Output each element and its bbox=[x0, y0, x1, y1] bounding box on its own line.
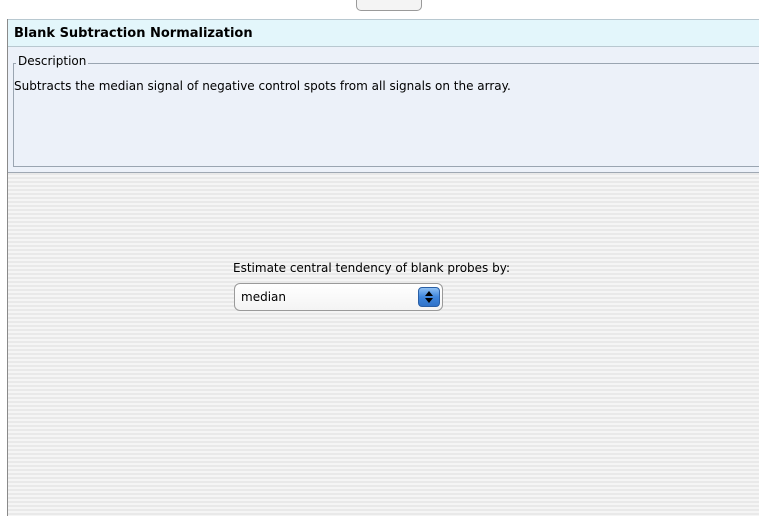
central-tendency-value: median bbox=[241, 290, 286, 304]
panel-title: Blank Subtraction Normalization bbox=[14, 26, 253, 41]
description-panel: Description Subtracts the median signal … bbox=[8, 47, 759, 173]
title-bar: Blank Subtraction Normalization bbox=[8, 19, 759, 47]
screen: Blank Subtraction Normalization Descript… bbox=[0, 0, 759, 516]
normalization-window: Blank Subtraction Normalization Descript… bbox=[7, 19, 759, 516]
description-label: Description bbox=[16, 54, 89, 68]
up-down-arrows-icon[interactable] bbox=[418, 287, 440, 307]
description-text: Subtracts the median signal of negative … bbox=[14, 79, 511, 93]
central-tendency-select[interactable]: median bbox=[234, 283, 443, 311]
window-drag-handle[interactable] bbox=[356, 0, 422, 11]
central-tendency-label: Estimate central tendency of blank probe… bbox=[233, 261, 510, 275]
